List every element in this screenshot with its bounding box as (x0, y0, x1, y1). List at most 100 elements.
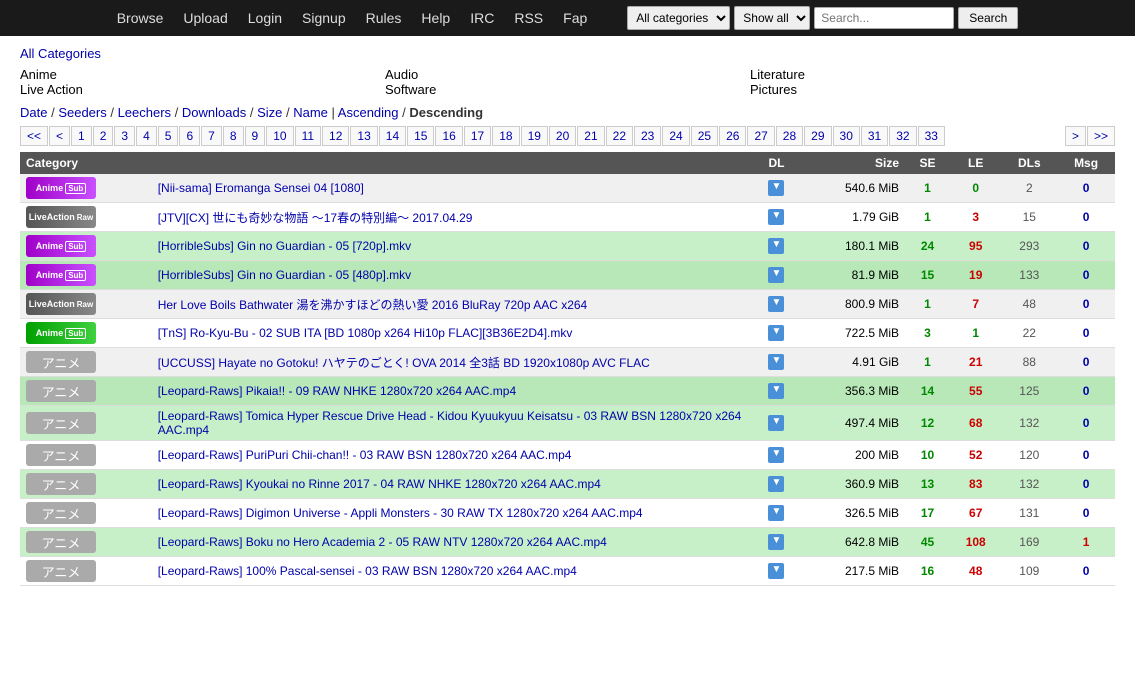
torrent-link[interactable]: [Leopard-Raws] Pikaia!! - 09 RAW NHKE 12… (158, 384, 516, 398)
page-20[interactable]: 20 (549, 126, 576, 146)
col-size: Size (799, 152, 905, 174)
page-19[interactable]: 19 (521, 126, 548, 146)
page-13[interactable]: 13 (350, 126, 377, 146)
page-26[interactable]: 26 (719, 126, 746, 146)
torrent-link[interactable]: [Nii-sama] Eromanga Sensei 04 [1080] (158, 181, 364, 195)
torrent-link[interactable]: Her Love Boils Bathwater 湯を沸かすほどの熱い愛 201… (158, 298, 588, 312)
page-14[interactable]: 14 (379, 126, 406, 146)
cell-le: 95 (950, 232, 1001, 261)
page-next-next[interactable]: >> (1087, 126, 1115, 146)
seeder-count: 1 (924, 297, 931, 311)
torrent-link[interactable]: [TnS] Ro-Kyu-Bu - 02 SUB ITA [BD 1080p x… (158, 326, 573, 340)
cat-live-action[interactable]: Live Action (20, 82, 83, 97)
all-categories[interactable]: All Categories (20, 46, 101, 61)
nav-browse[interactable]: Browse (117, 10, 164, 26)
page-5[interactable]: 5 (158, 126, 179, 146)
page-7[interactable]: 7 (201, 126, 222, 146)
cell-dl (754, 319, 799, 348)
torrent-link[interactable]: [Leopard-Raws] PuriPuri Chii-chan!! - 03… (158, 448, 572, 462)
page-prev-prev[interactable]: << (20, 126, 48, 146)
page-6[interactable]: 6 (179, 126, 200, 146)
page-28[interactable]: 28 (776, 126, 803, 146)
download-icon[interactable] (768, 354, 784, 370)
download-icon[interactable] (768, 505, 784, 521)
download-icon[interactable] (768, 563, 784, 579)
torrent-link[interactable]: [Leopard-Raws] Boku no Hero Academia 2 -… (158, 535, 607, 549)
search-button[interactable]: Search (958, 7, 1018, 29)
download-icon[interactable] (768, 447, 784, 463)
cell-se: 24 (905, 232, 950, 261)
page-8[interactable]: 8 (223, 126, 244, 146)
page-21[interactable]: 21 (577, 126, 604, 146)
cat-software[interactable]: Software (385, 82, 436, 97)
torrent-link[interactable]: [UCCUSS] Hayate no Gotoku! ハヤテのごとく! OVA … (158, 356, 650, 370)
page-33[interactable]: 33 (918, 126, 945, 146)
page-15[interactable]: 15 (407, 126, 434, 146)
nav-rss[interactable]: RSS (514, 10, 543, 26)
page-10[interactable]: 10 (266, 126, 293, 146)
cat-pictures[interactable]: Pictures (750, 82, 797, 97)
torrent-link[interactable]: [Leopard-Raws] 100% Pascal-sensei - 03 R… (158, 564, 577, 578)
download-icon[interactable] (768, 296, 784, 312)
page-2[interactable]: 2 (93, 126, 114, 146)
page-29[interactable]: 29 (804, 126, 831, 146)
nav-upload[interactable]: Upload (183, 10, 227, 26)
download-icon[interactable] (768, 534, 784, 550)
col-le: LE (950, 152, 1001, 174)
nav-fap[interactable]: Fap (563, 10, 587, 26)
sort-seeders[interactable]: Seeders (58, 105, 106, 120)
download-icon[interactable] (768, 209, 784, 225)
download-icon[interactable] (768, 238, 784, 254)
download-icon[interactable] (768, 267, 784, 283)
page-23[interactable]: 23 (634, 126, 661, 146)
nav-help[interactable]: Help (421, 10, 450, 26)
page-4[interactable]: 4 (136, 126, 157, 146)
cat-anime[interactable]: Anime (20, 67, 57, 82)
torrent-link[interactable]: [JTV][CX] 世にも奇妙な物語 ～17春の特別編～ 2017.04.29 (158, 211, 473, 225)
page-24[interactable]: 24 (662, 126, 689, 146)
nav-signup[interactable]: Signup (302, 10, 346, 26)
category-select[interactable]: All categories (627, 6, 730, 30)
page-1[interactable]: 1 (71, 126, 92, 146)
download-icon[interactable] (768, 180, 784, 196)
sort-date[interactable]: Date (20, 105, 47, 120)
nav-rules[interactable]: Rules (366, 10, 402, 26)
sort-leechers[interactable]: Leechers (118, 105, 171, 120)
torrent-link[interactable]: [HorribleSubs] Gin no Guardian - 05 [720… (158, 239, 411, 253)
nav-login[interactable]: Login (248, 10, 282, 26)
page-prev[interactable]: < (49, 126, 70, 146)
sort-name[interactable]: Name (293, 105, 328, 120)
cat-audio[interactable]: Audio (385, 67, 418, 82)
search-input[interactable] (814, 7, 954, 29)
page-9[interactable]: 9 (245, 126, 266, 146)
page-3[interactable]: 3 (114, 126, 135, 146)
page-25[interactable]: 25 (691, 126, 718, 146)
page-12[interactable]: 12 (322, 126, 349, 146)
page-27[interactable]: 27 (747, 126, 774, 146)
download-icon[interactable] (768, 383, 784, 399)
torrent-link[interactable]: [Leopard-Raws] Kyoukai no Rinne 2017 - 0… (158, 477, 601, 491)
cat-literature[interactable]: Literature (750, 67, 805, 82)
sort-bar: Date / Seeders / Leechers / Downloads / … (20, 105, 1115, 120)
page-30[interactable]: 30 (833, 126, 860, 146)
page-31[interactable]: 31 (861, 126, 888, 146)
sort-ascending[interactable]: Ascending (338, 105, 399, 120)
page-16[interactable]: 16 (435, 126, 462, 146)
sort-size[interactable]: Size (257, 105, 282, 120)
download-icon[interactable] (768, 476, 784, 492)
page-32[interactable]: 32 (889, 126, 916, 146)
download-icon[interactable] (768, 415, 784, 431)
torrent-link[interactable]: [Leopard-Raws] Digimon Universe - Appli … (158, 506, 643, 520)
nav-irc[interactable]: IRC (470, 10, 494, 26)
page-17[interactable]: 17 (464, 126, 491, 146)
download-icon[interactable] (768, 325, 784, 341)
page-22[interactable]: 22 (606, 126, 633, 146)
page-18[interactable]: 18 (492, 126, 519, 146)
page-11[interactable]: 11 (295, 126, 321, 146)
torrent-link[interactable]: [Leopard-Raws] Tomica Hyper Rescue Drive… (158, 409, 742, 437)
sort-downloads[interactable]: Downloads (182, 105, 246, 120)
torrent-link[interactable]: [HorribleSubs] Gin no Guardian - 05 [480… (158, 268, 411, 282)
page-next[interactable]: > (1065, 126, 1086, 146)
show-select[interactable]: Show all (734, 6, 810, 30)
cell-category: アニメ (20, 470, 152, 499)
